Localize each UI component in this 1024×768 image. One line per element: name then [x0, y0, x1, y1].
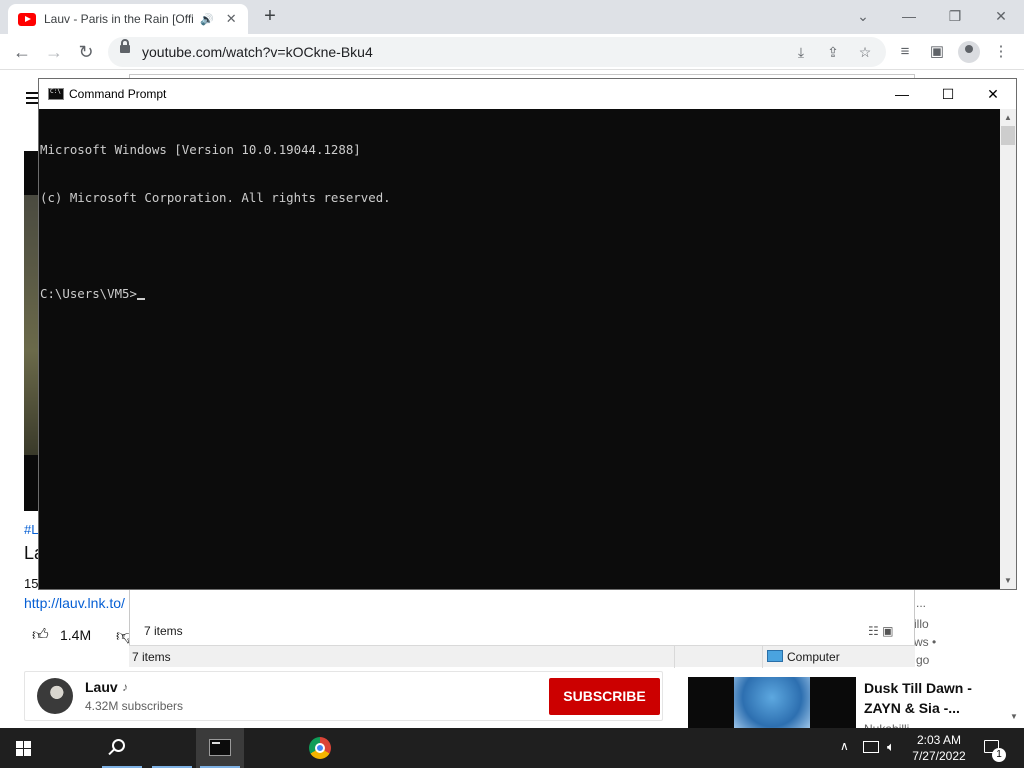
recommended-thumbnail[interactable] — [688, 677, 856, 728]
media-control-icon[interactable]: ≡ — [892, 39, 918, 65]
status-divider — [762, 646, 763, 668]
chevron-up-icon[interactable]: ∧ — [840, 739, 849, 753]
scroll-up-icon[interactable]: ▲ — [1000, 109, 1016, 126]
chrome-tab-strip: Lauv - Paris in the Rain [Offic 🔊 ✕ + ⌄ … — [0, 0, 1024, 34]
chrome-toolbar: ← → ↻ youtube.com/watch?v=kOCkne-Bku4 ⤓ … — [0, 34, 1024, 70]
url-text[interactable]: youtube.com/watch?v=kOCkne-Bku4 — [142, 44, 373, 60]
minimize-button[interactable]: — — [886, 2, 932, 30]
tab-search-icon[interactable]: ⌄ — [840, 2, 886, 30]
youtube-favicon-icon — [18, 12, 36, 26]
speaker-icon[interactable]: 🔊 — [200, 13, 214, 26]
computer-icon — [767, 650, 783, 662]
status-divider — [674, 646, 675, 668]
back-arrow-icon[interactable]: ← — [8, 38, 36, 66]
cmd-close-button[interactable]: ✕ — [970, 79, 1016, 109]
bookmark-star-icon[interactable]: ☆ — [854, 41, 876, 63]
recommended-fragment: illo — [914, 617, 929, 631]
chrome-menu-icon[interactable]: ⋮ — [988, 39, 1014, 65]
explorer-status-bar: 7 items Computer — [129, 645, 915, 668]
cmd-minimize-button[interactable]: — — [879, 79, 925, 109]
network-icon[interactable] — [863, 741, 879, 753]
share-icon[interactable]: ⇪ — [822, 41, 844, 63]
like-button[interactable]: 👍︎ 1.4M — [32, 626, 91, 644]
cmd-maximize-button[interactable]: ☐ — [925, 79, 971, 109]
clock-date: 7/27/2022 — [912, 749, 966, 763]
recommended-fragment: go — [916, 653, 930, 667]
music-note-icon: ♪ — [122, 680, 128, 694]
volume-icon[interactable]: 🔈︎ — [887, 739, 895, 755]
scroll-thumb[interactable] — [1001, 126, 1015, 145]
install-icon[interactable]: ⤓ — [790, 41, 812, 63]
tab-youtube[interactable]: Lauv - Paris in the Rain [Offic 🔊 ✕ — [8, 4, 248, 34]
close-window-button[interactable]: ✕ — [978, 2, 1024, 30]
text-cursor — [136, 298, 145, 300]
status-item-count: 7 items — [132, 650, 171, 664]
like-count: 1.4M — [60, 627, 92, 643]
channel-avatar[interactable] — [37, 678, 73, 714]
cmd-app-icon[interactable] — [48, 88, 64, 100]
cmd-output-line: Microsoft Windows [Version 10.0.19044.12… — [40, 142, 361, 157]
video-hashtag[interactable]: #L — [24, 522, 38, 537]
explorer-item-count: 7 items — [144, 624, 183, 638]
recommended-fragment: ws • — [914, 635, 937, 649]
recommended-fragment: ... — [916, 596, 927, 610]
cmd-console[interactable]: Microsoft Windows [Version 10.0.19044.12… — [39, 109, 999, 589]
view-toggle-icon[interactable]: ☷ ▣ — [868, 624, 893, 638]
thumbs-up-icon: 👍︎ — [32, 627, 49, 644]
cmd-icon — [209, 739, 231, 756]
profile-avatar-icon[interactable] — [958, 41, 980, 63]
taskbar-clock[interactable]: 2:03 AM 7/27/2022 — [908, 732, 970, 764]
scroll-down-icon[interactable]: ▼ — [1000, 572, 1016, 589]
chrome-icon — [309, 737, 331, 759]
video-views: 15 — [24, 576, 39, 591]
subscribe-button[interactable]: SUBSCRIBE — [549, 678, 660, 715]
cmd-output-line: (c) Microsoft Corporation. All rights re… — [40, 190, 391, 205]
cmd-titlebar[interactable]: Command Prompt — ☐ ✕ — [39, 79, 1016, 109]
page-scroll-down-icon[interactable]: ▼ — [1010, 712, 1018, 721]
status-location: Computer — [787, 650, 840, 664]
cmd-scrollbar[interactable]: ▲ ▼ — [1000, 109, 1016, 589]
taskbar-chrome[interactable] — [148, 728, 331, 768]
start-button[interactable] — [0, 728, 48, 768]
notification-badge: 1 — [992, 748, 1006, 762]
tab-title: Lauv - Paris in the Rain [Offic — [44, 12, 194, 26]
forward-arrow-icon[interactable]: → — [40, 38, 68, 66]
tab-close-icon[interactable]: ✕ — [226, 11, 237, 27]
cmd-title: Command Prompt — [69, 87, 167, 101]
new-tab-button[interactable]: + — [258, 4, 282, 28]
search-button[interactable] — [48, 728, 125, 768]
windows-logo-icon — [16, 741, 31, 756]
channel-row: Lauv ♪ 4.32M subscribers SUBSCRIBE — [24, 671, 663, 721]
description-link[interactable]: http://lauv.lnk.to/ — [24, 595, 125, 611]
command-prompt-window[interactable]: Command Prompt — ☐ ✕ Microsoft Windows [… — [38, 78, 1017, 590]
clock-time: 2:03 AM — [916, 733, 962, 747]
address-bar[interactable]: youtube.com/watch?v=kOCkne-Bku4 ⤓ ⇪ ☆ — [108, 37, 886, 67]
side-panel-icon[interactable]: ▣ — [924, 39, 950, 65]
channel-name[interactable]: Lauv — [85, 679, 118, 695]
reload-icon[interactable]: ↻ — [72, 38, 100, 66]
cmd-output-line — [40, 238, 999, 254]
windows-taskbar: ∧ 🔈︎ 2:03 AM 7/27/2022 1 — [0, 728, 1024, 768]
restore-button[interactable]: ❐ — [932, 2, 978, 30]
recommended-title[interactable]: Dusk Till Dawn - ZAYN & Sia -... — [864, 678, 994, 718]
taskbar-file-explorer[interactable] — [98, 728, 231, 768]
lock-icon[interactable] — [120, 39, 130, 53]
cmd-prompt-line[interactable]: C:\Users\VM5> — [40, 286, 999, 302]
subscriber-count: 4.32M subscribers — [85, 699, 184, 713]
cmd-prompt: C:\Users\VM5> — [40, 286, 137, 301]
